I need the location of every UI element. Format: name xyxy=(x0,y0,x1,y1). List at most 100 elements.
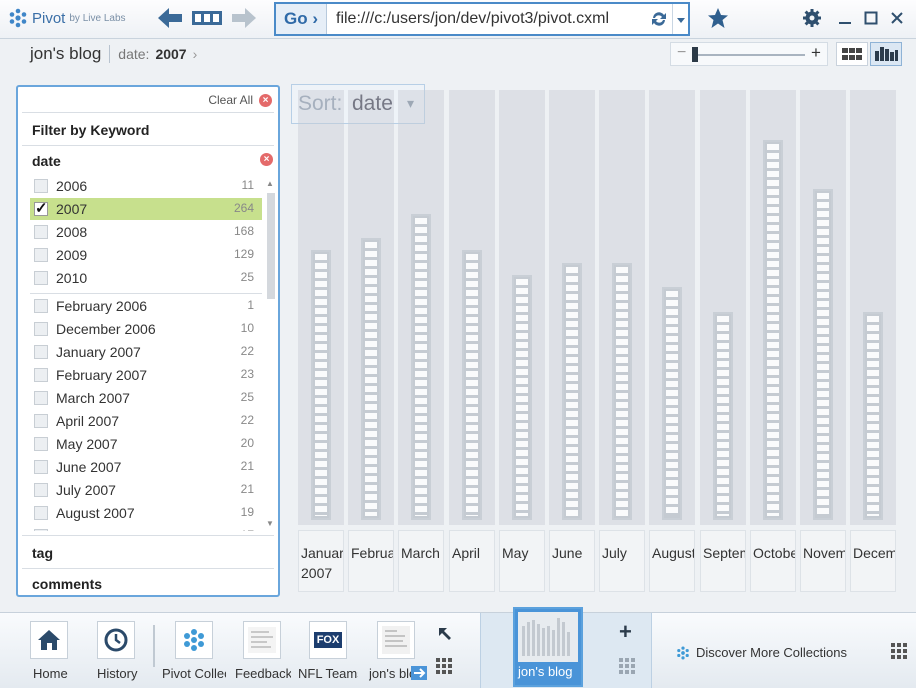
column-label[interactable]: October xyxy=(750,530,796,592)
clear-date-icon[interactable]: × xyxy=(260,153,273,166)
checkbox[interactable] xyxy=(34,322,48,336)
refresh-icon[interactable] xyxy=(650,10,668,28)
settings-button[interactable] xyxy=(800,5,824,31)
column-label[interactable]: November xyxy=(800,530,846,592)
column-label[interactable]: August xyxy=(649,530,695,592)
facet-item[interactable]: June 2007 21 xyxy=(30,456,262,478)
close-button[interactable] xyxy=(888,5,906,31)
zoom-track[interactable] xyxy=(693,54,805,56)
url-dropdown-button[interactable] xyxy=(672,4,689,34)
item-stack[interactable] xyxy=(512,275,532,520)
history-label[interactable]: History xyxy=(97,666,141,681)
keyword-filter-heading[interactable]: Filter by Keyword xyxy=(32,122,149,138)
item-stack[interactable] xyxy=(361,238,381,520)
home-label[interactable]: Home xyxy=(33,666,73,681)
checkbox[interactable] xyxy=(34,271,48,285)
facet-item[interactable]: April 2007 22 xyxy=(30,410,262,432)
facet-item[interactable]: February 2006 1 xyxy=(30,295,262,317)
column-label[interactable]: December xyxy=(850,530,896,592)
jons-blog-tile[interactable] xyxy=(377,621,415,659)
zoom-slider[interactable]: − + xyxy=(670,42,828,66)
nfl-teams-label[interactable]: NFL Teams xyxy=(298,666,358,681)
scroll-up-icon[interactable]: ▲ xyxy=(266,179,274,188)
item-stack[interactable] xyxy=(813,189,833,520)
item-stack[interactable] xyxy=(863,312,883,520)
facet-item[interactable]: 2009 129 xyxy=(30,244,262,266)
zoom-in-button[interactable]: + xyxy=(811,43,821,63)
column-label[interactable]: June xyxy=(549,530,595,592)
facet-item[interactable]: 2006 11 xyxy=(30,175,262,197)
maximize-button[interactable] xyxy=(862,5,880,31)
facet-item[interactable]: May 2007 20 xyxy=(30,433,262,455)
column-label[interactable]: February xyxy=(348,530,394,592)
active-collection-tile[interactable]: jon's blog xyxy=(513,607,583,687)
checkbox-checked[interactable] xyxy=(34,199,48,217)
grid-view-button[interactable] xyxy=(836,42,868,66)
clear-all-button[interactable]: Clear All × xyxy=(208,93,272,107)
column-label[interactable]: January 2007 xyxy=(298,530,344,592)
zoom-thumb[interactable] xyxy=(692,47,698,62)
item-stack[interactable] xyxy=(562,263,582,520)
discover-more-collections-link[interactable]: Discover More Collections xyxy=(676,645,847,660)
graph-view-button[interactable] xyxy=(870,42,902,66)
facet-item[interactable]: February 2007 23 xyxy=(30,364,262,386)
favorite-button[interactable] xyxy=(705,5,731,31)
checkbox[interactable] xyxy=(34,225,48,239)
column-label[interactable]: April xyxy=(449,530,495,592)
go-button[interactable]: Go › xyxy=(276,4,327,34)
facet-item[interactable]: 2008 168 xyxy=(30,221,262,243)
checkbox[interactable] xyxy=(34,529,48,531)
facet-item[interactable]: September 2007 17 xyxy=(30,525,262,531)
checkbox[interactable] xyxy=(34,345,48,359)
jons-blog-label[interactable]: jon's blog xyxy=(369,666,415,681)
feedback-tile[interactable] xyxy=(243,621,281,659)
history-tile[interactable] xyxy=(97,621,135,659)
facet-item[interactable]: August 2007 19 xyxy=(30,502,262,524)
back-to-collection-button[interactable] xyxy=(436,625,454,648)
checkbox[interactable] xyxy=(34,299,48,313)
column-label[interactable]: May xyxy=(499,530,545,592)
facet-item[interactable]: 2007 264 xyxy=(30,198,262,220)
item-stack[interactable] xyxy=(763,140,783,520)
minimize-button[interactable] xyxy=(836,5,854,31)
open-arrow-button[interactable] xyxy=(411,666,427,680)
checkbox[interactable] xyxy=(34,248,48,262)
item-stack[interactable] xyxy=(411,214,431,520)
breadcrumb-value[interactable]: 2007 xyxy=(155,46,186,62)
item-stack[interactable] xyxy=(462,250,482,520)
column-label[interactable]: March xyxy=(398,530,444,592)
forward-button[interactable] xyxy=(230,5,258,31)
facet-item[interactable]: March 2007 25 xyxy=(30,387,262,409)
facet-item[interactable]: December 2006 10 xyxy=(30,318,262,340)
item-stack[interactable] xyxy=(311,250,331,520)
pivot-collections-label[interactable]: Pivot Collections xyxy=(162,666,226,681)
facet-item[interactable]: January 2007 22 xyxy=(30,341,262,363)
item-stack[interactable] xyxy=(713,312,733,520)
zoom-out-button[interactable]: − xyxy=(677,44,686,62)
url-field[interactable]: file:///c:/users/jon/dev/pivot3/pivot.cx… xyxy=(336,4,609,34)
grid-menu-icon[interactable] xyxy=(619,658,635,674)
breadcrumb-collection[interactable]: jon's blog xyxy=(30,44,101,64)
column-label[interactable]: July xyxy=(599,530,645,592)
grid-menu-icon[interactable] xyxy=(436,658,452,674)
nfl-teams-tile[interactable]: FOX xyxy=(309,621,347,659)
scroll-thumb[interactable] xyxy=(267,193,275,299)
checkbox[interactable] xyxy=(34,391,48,405)
checkbox[interactable] xyxy=(34,437,48,451)
checkbox[interactable] xyxy=(34,368,48,382)
grid-menu-icon[interactable] xyxy=(891,643,907,659)
checkbox[interactable] xyxy=(34,179,48,193)
facet-scrollbar[interactable]: ▲ ▼ xyxy=(266,179,276,529)
home-tile[interactable] xyxy=(30,621,68,659)
add-tab-button[interactable]: + xyxy=(619,619,632,645)
facet-item[interactable]: July 2007 21 xyxy=(30,479,262,501)
date-facet-heading[interactable]: date xyxy=(32,153,61,169)
comments-facet-heading[interactable]: comments xyxy=(32,576,102,592)
checkbox[interactable] xyxy=(34,483,48,497)
column-label[interactable]: September xyxy=(700,530,746,592)
feedback-label[interactable]: Feedback xyxy=(235,666,291,681)
back-button[interactable] xyxy=(156,5,184,31)
item-stack[interactable] xyxy=(662,287,682,520)
tag-facet-heading[interactable]: tag xyxy=(32,545,53,561)
checkbox[interactable] xyxy=(34,460,48,474)
